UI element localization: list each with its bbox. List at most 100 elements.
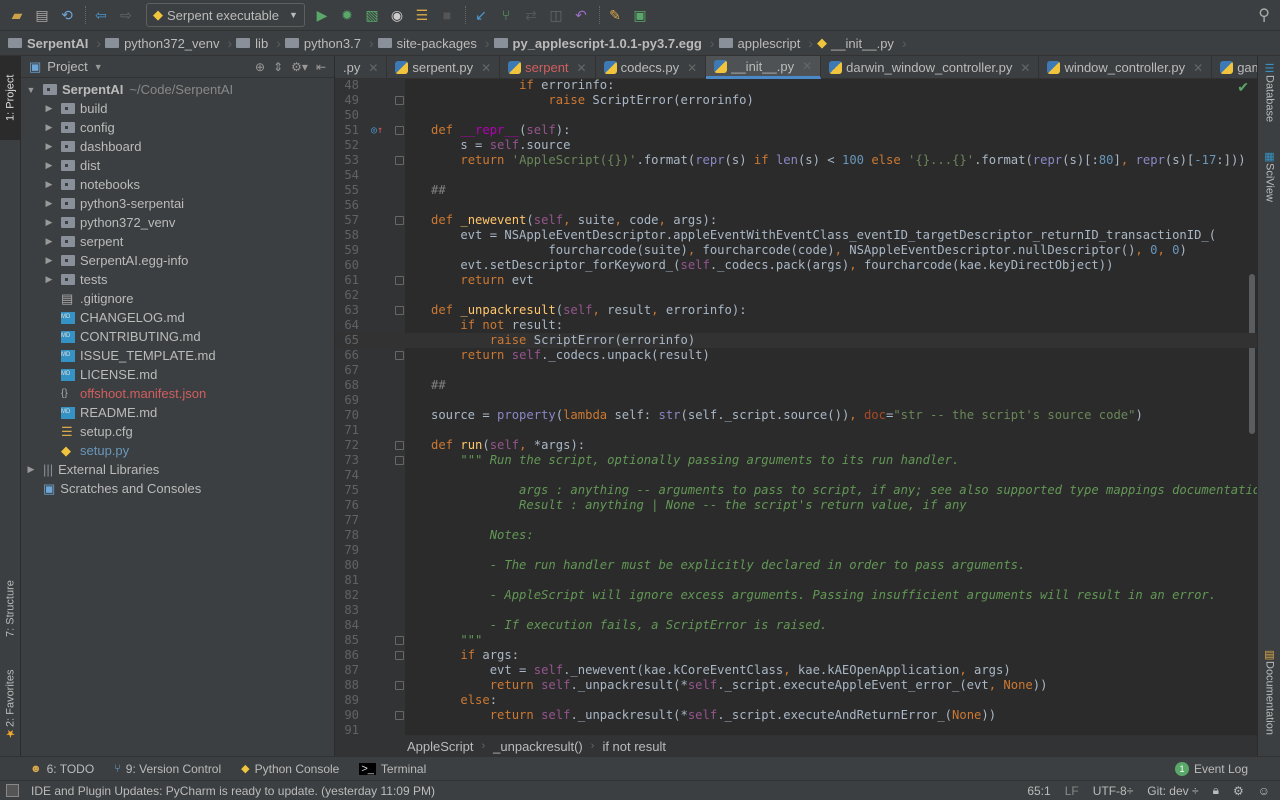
code-line[interactable]: 67 — [335, 363, 1257, 378]
hector-icon[interactable]: ☺ — [1258, 784, 1270, 798]
tree-item-file[interactable]: ISSUE_TEMPLATE.md — [21, 346, 334, 365]
tree-item-folder[interactable]: ▶ SerpentAI.egg-info — [21, 251, 334, 270]
code-line[interactable]: 84 - If execution fails, a ScriptError i… — [335, 618, 1257, 633]
hide-panel-icon[interactable]: ⇤ — [316, 60, 326, 74]
code-line[interactable]: 52 s = self.source — [335, 138, 1257, 153]
code-line[interactable]: 48 if errorinfo: — [335, 79, 1257, 93]
nav-crumb[interactable]: lib — [236, 36, 272, 51]
code-line[interactable]: 59 fourcharcode(suite), fourcharcode(cod… — [335, 243, 1257, 258]
close-icon[interactable]: ✕ — [1020, 61, 1030, 75]
collapse-all-icon[interactable]: ⇕ — [273, 60, 283, 74]
tool-tab-favorites[interactable]: ★ 2: Favorites — [0, 662, 21, 748]
file-encoding[interactable]: UTF-8÷ — [1093, 784, 1134, 798]
code-line[interactable]: 58 evt = NSAppleEventDescriptor.appleEve… — [335, 228, 1257, 243]
tool-tab-todo[interactable]: ☻ 6: TODO — [30, 762, 94, 776]
tool-tab-documentation[interactable]: ▤ Documentation — [1258, 648, 1280, 748]
profile-icon[interactable]: ◉ — [386, 4, 408, 26]
revert-icon[interactable]: ↶ — [570, 4, 592, 26]
expand-arrow-icon[interactable]: ▶ — [43, 198, 55, 209]
code-line[interactable]: 61 return evt — [335, 273, 1257, 288]
code-line[interactable]: 62 — [335, 288, 1257, 303]
fold-marker-icon[interactable] — [395, 651, 404, 660]
tool-tab-terminal[interactable]: >_ Terminal — [359, 762, 426, 776]
fold-marker-icon[interactable] — [395, 126, 404, 135]
expand-arrow-icon[interactable]: ▶ — [43, 217, 55, 228]
code-editor[interactable]: ✔ 48 if errorinfo: 49 raise ScriptError(e… — [335, 79, 1257, 735]
editor-tab[interactable]: .py ✕ — [335, 56, 388, 79]
tool-tab-database[interactable]: ☰ Database — [1258, 62, 1280, 142]
concurrency-icon[interactable]: ☰ — [411, 4, 433, 26]
tool-tab-version-control[interactable]: ⑂ 9: Version Control — [114, 762, 221, 776]
tree-item-folder[interactable]: ▶ build — [21, 99, 334, 118]
save-icon[interactable]: ▤ — [31, 4, 53, 26]
code-line[interactable]: 76 Result : anything | None -- the scrip… — [335, 498, 1257, 513]
vcs-compare-icon[interactable]: ⇄ — [520, 4, 542, 26]
chevron-down-icon[interactable]: ▼ — [94, 62, 103, 72]
editor-tab[interactable]: serpent.py ✕ — [387, 56, 501, 79]
nav-crumb[interactable]: applescript — [718, 36, 805, 51]
forward-icon[interactable]: ⇨ — [115, 4, 137, 26]
expand-arrow-icon[interactable]: ▶ — [25, 464, 37, 475]
gear-icon[interactable]: ⚙▾ — [291, 60, 308, 74]
code-line[interactable]: 86 if args: — [335, 648, 1257, 663]
code-line[interactable]: 79 — [335, 543, 1257, 558]
close-icon[interactable]: ✕ — [368, 61, 378, 75]
tree-item-file[interactable]: ▤ .gitignore — [21, 289, 334, 308]
fold-marker-icon[interactable] — [395, 711, 404, 720]
code-line[interactable]: 64 if not result: — [335, 318, 1257, 333]
expand-arrow-icon[interactable]: ▶ — [43, 160, 55, 171]
git-branch[interactable]: Git: dev ÷ — [1147, 784, 1198, 798]
code-line[interactable]: 49 raise ScriptError(errorinfo) — [335, 93, 1257, 108]
tree-root[interactable]: ▼ SerpentAI ~/Code/SerpentAI — [21, 80, 334, 99]
tree-item-file[interactable]: {} offshoot.manifest.json — [21, 384, 334, 403]
sdk-icon[interactable]: ▣ — [629, 4, 651, 26]
tree-item-scratches[interactable]: ▣ Scratches and Consoles — [21, 479, 334, 498]
open-folder-icon[interactable]: ▰ — [6, 4, 28, 26]
tree-item-folder[interactable]: ▶ dist — [21, 156, 334, 175]
close-icon[interactable]: ✕ — [577, 61, 587, 75]
nav-crumb[interactable]: ◆ __init__.py — [817, 35, 898, 51]
nav-crumb[interactable]: python372_venv — [105, 36, 223, 51]
code-line[interactable]: 77 — [335, 513, 1257, 528]
code-crumb[interactable]: AppleScript — [407, 739, 473, 754]
code-line[interactable]: 83 — [335, 603, 1257, 618]
code-line[interactable]: 78 Notes: — [335, 528, 1257, 543]
expand-arrow-icon[interactable]: ▶ — [43, 103, 55, 114]
status-message[interactable]: IDE and Plugin Updates: PyCharm is ready… — [31, 784, 435, 798]
tree-item-folder[interactable]: ▶ serpent — [21, 232, 334, 251]
tree-item-file[interactable]: LICENSE.md — [21, 365, 334, 384]
search-icon[interactable]: ⚲ — [1258, 5, 1270, 25]
tool-windows-toggle-icon[interactable] — [6, 784, 19, 797]
close-icon[interactable]: ✕ — [687, 61, 697, 75]
run-configuration-select[interactable]: ◆ Serpent executable ▼ — [146, 3, 305, 27]
close-icon[interactable]: ✕ — [481, 61, 491, 75]
nav-crumb[interactable]: py_applescript-1.0.1-py3.7.egg — [493, 36, 706, 51]
fold-marker-icon[interactable] — [395, 96, 404, 105]
tool-tab-structure[interactable]: 7: Structure — [0, 564, 21, 654]
code-line[interactable]: 66 return self._codecs.unpack(result) — [335, 348, 1257, 363]
expand-arrow-icon[interactable]: ▶ — [43, 179, 55, 190]
code-line[interactable]: 55 ## — [335, 183, 1257, 198]
editor-tab[interactable]: darwin_window_controller.py ✕ — [821, 56, 1040, 79]
code-line[interactable]: 57 def _newevent(self, suite, code, args)… — [335, 213, 1257, 228]
project-view-select[interactable]: Project — [47, 59, 87, 74]
fold-marker-icon[interactable] — [395, 456, 404, 465]
fold-marker-icon[interactable] — [395, 681, 404, 690]
code-line[interactable]: 71 — [335, 423, 1257, 438]
nav-crumb[interactable]: site-packages — [377, 36, 481, 51]
fold-marker-icon[interactable] — [395, 276, 404, 285]
tool-tab-python-console[interactable]: ◆ Python Console — [241, 762, 339, 776]
expand-arrow-icon[interactable]: ▶ — [43, 255, 55, 266]
tree-item-folder[interactable]: ▶ config — [21, 118, 334, 137]
code-line[interactable]: 60 evt.setDescriptor_forKeyword_(self._c… — [335, 258, 1257, 273]
code-line[interactable]: 72 def run(self, *args): — [335, 438, 1257, 453]
tool-tab-sciview[interactable]: ▦ SciView — [1258, 150, 1280, 220]
tree-item-folder[interactable]: ▶ notebooks — [21, 175, 334, 194]
tree-item-folder[interactable]: ▶ python3-serpentai — [21, 194, 334, 213]
vcs-commit-icon[interactable]: ⑂ — [495, 4, 517, 26]
tree-item-file[interactable]: ☰ setup.cfg — [21, 422, 334, 441]
editor-tab[interactable]: window_controller.py ✕ — [1039, 56, 1213, 79]
sync-icon[interactable]: ⟲ — [56, 4, 78, 26]
code-line[interactable]: 50 — [335, 108, 1257, 123]
close-icon[interactable]: ✕ — [1193, 61, 1203, 75]
